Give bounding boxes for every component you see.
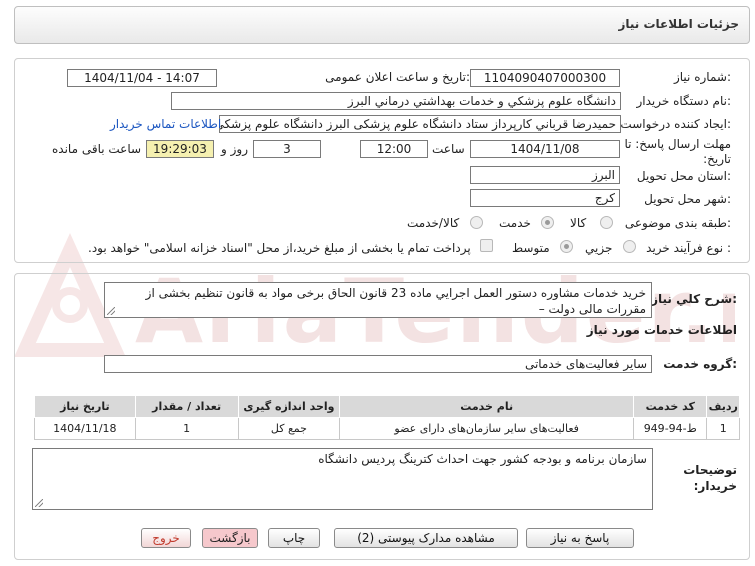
category-radio-service[interactable] [541,216,554,229]
col-row-header: رديف [706,395,740,418]
exit-button[interactable]: خروج [141,528,191,548]
creator-field: حميدرضا قرباني کارپرداز ستاد دانشگاه علو… [219,115,621,133]
resize-handle[interactable] [35,499,43,507]
need-number-label: شماره نياز: [673,70,731,84]
reply-button[interactable]: پاسخ به نياز [526,528,634,548]
remaining-time-field: 19:29:03 [146,140,214,158]
col-code-header: کد خدمت [633,395,708,418]
province-field: البرز [470,166,620,184]
service-group-label: گروه خدمت: [663,357,737,371]
deadline-label: مهلت ارسال پاسخ: تا تاريخ: [624,137,731,166]
category-radio-goods[interactable] [600,216,613,229]
resize-handle[interactable] [107,307,115,315]
view-documents-button[interactable]: مشاهده مدارک پيوستی (2) [334,528,518,548]
back-button[interactable]: بازگشت [202,528,258,548]
days-field: 3 [253,140,321,158]
category-label: طبقه بندی موضوعی: [624,216,731,230]
treasury-payment-note: پرداخت تمام يا بخشی از مبلغ خريد،از محل … [88,241,471,255]
process-option-medium: متوسط [512,241,550,255]
services-table: رديف کد خدمت نام خدمت واحد اندازه گيری ت… [34,395,740,440]
buyer-notes-label: توضيحات خريدار: [683,463,737,493]
summary-text: خريد خدمات مشاوره دستور العمل اجرايي ماد… [145,286,646,316]
cell-qty: 1 [134,417,239,440]
category-option-service: خدمت [499,216,531,230]
days-label: روز و [221,142,248,156]
buyer-notes-box: سازمان برنامه و بودجه کشور جهت احداث کتر… [32,448,653,510]
province-label: استان محل تحويل: [636,169,731,183]
cell-name: فعاليت‌های ساير سازمان‌های دارای عضو [339,417,635,440]
contact-buyer-link[interactable]: اطلاعات تماس خريدار [110,117,221,131]
process-label: نوع فرآيند خريد : [646,241,731,255]
need-number-field: 1104090407000300 [470,69,620,87]
remaining-label: ساعت باقی مانده [52,142,142,156]
deadline-time-label: ساعت [432,142,465,156]
buyer-notes-text: سازمان برنامه و بودجه کشور جهت احداث کتر… [318,452,647,466]
cell-date: 1404/11/18 [34,417,136,440]
table-header-row: رديف کد خدمت نام خدمت واحد اندازه گيری ت… [34,395,740,418]
col-name-header: نام خدمت [339,395,635,418]
cell-row: 1 [706,417,740,440]
announce-label: تاريخ و ساعت اعلان عمومی: [325,70,470,84]
buyer-field: دانشگاه علوم پزشکي و خدمات بهداشتي درمان… [171,92,621,110]
col-qty-header: تعداد / مقدار [134,395,239,418]
treasury-payment-checkbox[interactable] [480,239,493,252]
category-option-goods: کالا [570,216,587,230]
announce-field: 1404/11/04 - 14:07 [67,69,217,87]
city-label: شهر محل تحويل: [644,192,731,206]
table-row: 1 ط-94-949 فعاليت‌های ساير سازمان‌های دا… [34,417,740,440]
category-radio-goods-service[interactable] [470,216,483,229]
summary-label: شرح کلي نياز: [651,292,737,306]
cell-unit: جمع کل [237,417,341,440]
process-radio-medium[interactable] [560,240,573,253]
category-option-goods-service: کالا/خدمت [407,216,460,230]
page-title: جزئيات اطلاعات نياز [618,17,739,31]
deadline-date-field: 1404/11/08 [470,140,620,158]
service-group-field: ساير فعاليت‌های خدماتی [104,355,652,373]
process-option-minor: جزيي [585,241,613,255]
buyer-label: نام دستگاه خريدار: [636,94,732,108]
services-section-title: اطلاعات خدمات مورد نياز [586,323,737,337]
creator-label: ايجاد کننده درخواست: [620,117,731,131]
print-button[interactable]: چاپ [268,528,320,548]
cell-code: ط-94-949 [633,417,708,440]
summary-box: خريد خدمات مشاوره دستور العمل اجرايي ماد… [104,282,652,318]
deadline-time-field: 12:00 [360,140,428,158]
city-field: کرج [470,189,620,207]
process-radio-minor[interactable] [623,240,636,253]
col-date-header: تاريخ نياز [34,395,136,418]
col-unit-header: واحد اندازه گيری [237,395,341,418]
page-header: جزئيات اطلاعات نياز [14,6,750,44]
